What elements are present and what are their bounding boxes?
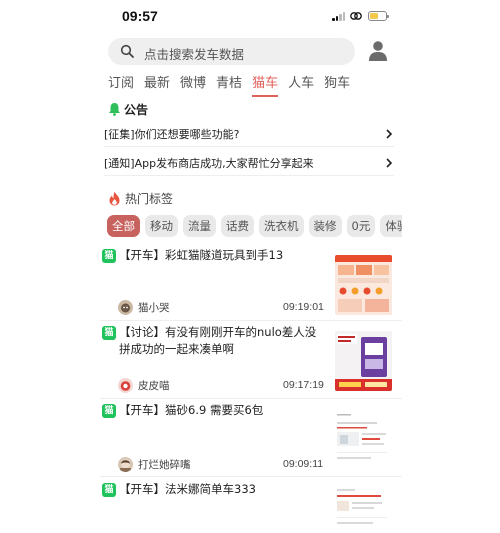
flame-icon — [109, 191, 120, 205]
post-title: 【开车】法米娜简单车333 — [119, 482, 256, 496]
battery-icon — [368, 11, 389, 21]
author-name: 猫小哭 — [138, 301, 170, 314]
chip-washer[interactable]: 洗衣机 — [259, 215, 304, 237]
chip-phone-bill[interactable]: 话费 — [221, 215, 254, 237]
post-thumbnail[interactable] — [335, 485, 392, 533]
hot-tags-header: 热门标签 — [108, 189, 173, 207]
category-tabs: 订阅 最新 微博 青桔 猫车 人车 狗车 — [108, 75, 360, 97]
chip-mobile[interactable]: 移动 — [145, 215, 178, 237]
post-author: 猫小哭 — [118, 299, 170, 315]
notice-text: [征集]你们还想要哪些功能? — [104, 127, 240, 141]
notice-item[interactable]: [通知]App发布商店成功,大家帮忙分享起来 — [104, 150, 394, 176]
post-title: 【开车】彩虹猫隧道玩具到手13 — [119, 248, 284, 262]
author-name: 打烂她碎嘴 — [138, 458, 191, 471]
tab-cat[interactable]: 猫车 — [252, 75, 279, 97]
author-name: 皮皮喵 — [138, 379, 170, 392]
chip-data[interactable]: 流量 — [183, 215, 216, 237]
signal-icon — [332, 12, 346, 21]
chevron-right-icon — [386, 157, 393, 168]
notice-header: 公告 — [108, 101, 148, 117]
notice-item[interactable]: [征集]你们还想要哪些功能? — [104, 121, 394, 147]
notice-title: 公告 — [124, 102, 149, 117]
post-item[interactable]: 猫 【讨论】有没有刚刚开车的nulo差人没拼成功的一起来凑单啊 皮皮喵 09:1… — [100, 321, 402, 399]
post-item[interactable]: 猫 【开车】彩虹猫隧道玩具到手13 猫小哭 09:19:01 — [100, 243, 402, 321]
app-screen: 09:57 点击搜索发车数据 订阅 最新 微博 青桔 猫车 人车 狗车 公告 [… — [100, 0, 402, 533]
avatar — [118, 456, 133, 472]
category-badge: 猫 — [102, 249, 116, 263]
link-icon — [350, 12, 362, 20]
search-bar[interactable]: 点击搜索发车数据 — [108, 38, 355, 65]
search-icon — [120, 44, 134, 58]
post-thumbnail[interactable] — [335, 255, 392, 315]
chip-free[interactable]: 0元 — [346, 215, 376, 237]
post-author: 打烂她碎嘴 — [118, 456, 191, 472]
status-bar: 09:57 — [100, 0, 402, 34]
post-item[interactable]: 猫 【开车】法米娜简单车333 — [100, 477, 402, 533]
tag-chips: 全部 移动 流量 话费 洗衣机 装修 0元 体验 — [107, 215, 402, 237]
status-time: 09:57 — [122, 8, 158, 24]
post-time: 09:19:01 — [283, 301, 324, 313]
post-title: 【开车】猫砂6.9 需要买6包 — [119, 403, 264, 417]
tab-weibo[interactable]: 微博 — [180, 75, 206, 97]
tab-dog[interactable]: 狗车 — [324, 75, 350, 97]
notice-text: [通知]App发布商店成功,大家帮忙分享起来 — [104, 156, 314, 170]
tab-qingju[interactable]: 青桔 — [216, 75, 242, 97]
bell-icon — [109, 103, 120, 116]
category-badge: 猫 — [102, 404, 116, 418]
chip-all[interactable]: 全部 — [107, 215, 140, 237]
chip-trial[interactable]: 体验 — [380, 215, 402, 237]
chip-renovation[interactable]: 装修 — [308, 215, 342, 237]
user-profile-icon[interactable] — [368, 40, 388, 62]
post-time: 09:17:19 — [283, 379, 324, 391]
tab-people[interactable]: 人车 — [288, 75, 314, 97]
post-thumbnail[interactable] — [335, 408, 392, 468]
tab-latest[interactable]: 最新 — [144, 75, 170, 97]
post-thumbnail[interactable] — [335, 331, 392, 391]
category-badge: 猫 — [102, 483, 116, 497]
post-time: 09:09:11 — [283, 458, 324, 470]
post-item[interactable]: 猫 【开车】猫砂6.9 需要买6包 打烂她碎嘴 09:09:11 — [100, 399, 402, 477]
post-author: 皮皮喵 — [118, 377, 170, 393]
chevron-right-icon — [386, 128, 393, 139]
post-title: 【讨论】有没有刚刚开车的nulo差人没拼成功的一起来凑单啊 — [119, 325, 317, 356]
search-placeholder: 点击搜索发车数据 — [144, 47, 245, 62]
avatar — [118, 299, 133, 315]
hot-tags-title: 热门标签 — [125, 191, 174, 206]
avatar — [118, 377, 133, 393]
tab-subscribe[interactable]: 订阅 — [108, 75, 134, 97]
category-badge: 猫 — [102, 326, 116, 340]
